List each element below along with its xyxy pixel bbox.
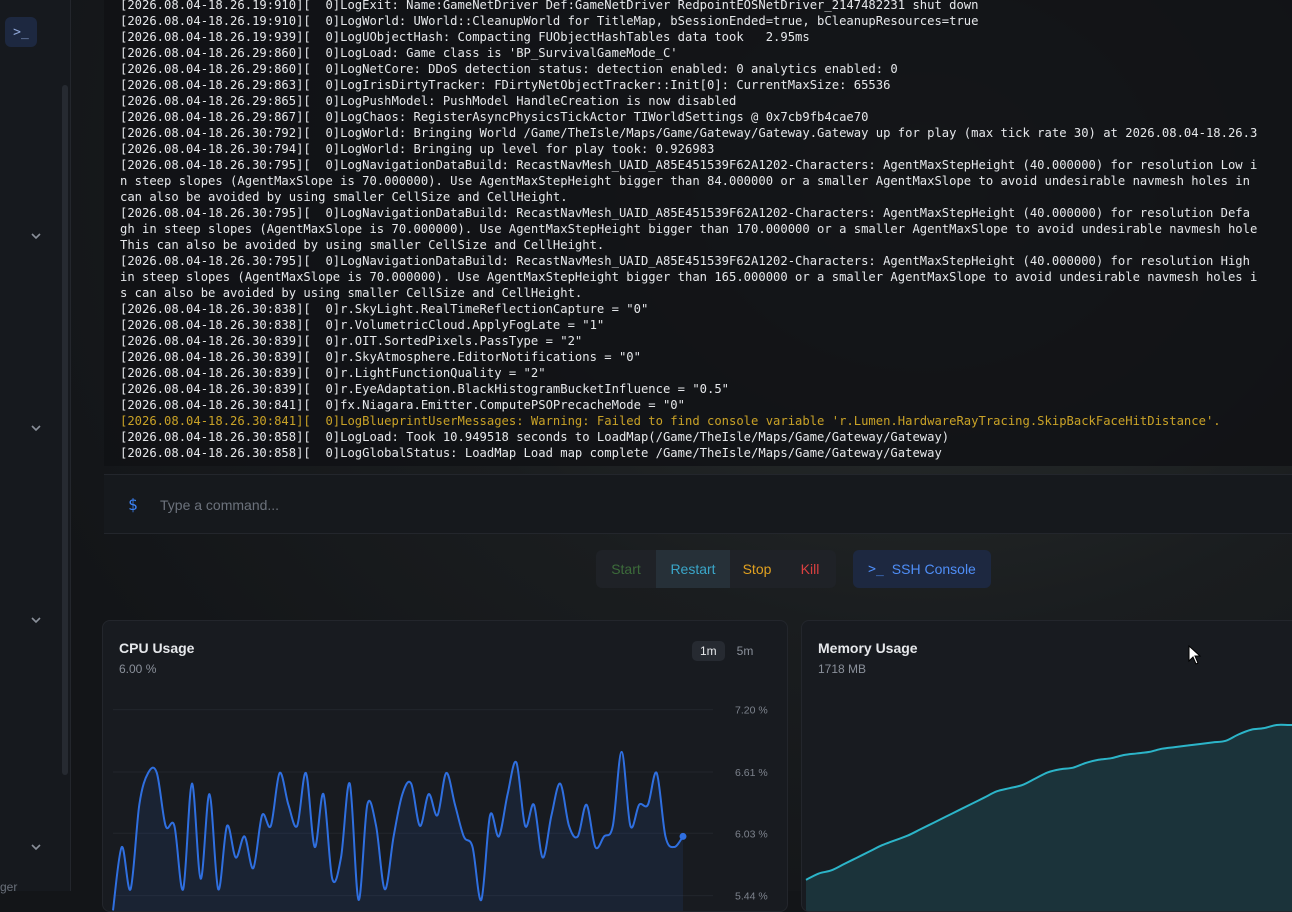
log-line: [2026.08.04-18.26.30:838][ 0]r.SkyLight.… <box>120 302 649 316</box>
time-range-toggle: 1m 5m <box>692 641 761 661</box>
chevron-down-icon[interactable] <box>29 613 43 627</box>
y-tick-label: 6.61 % <box>735 767 768 779</box>
log-line: [2026.08.04-18.26.29:860][ 0]LogLoad: Ga… <box>120 46 678 60</box>
log-lines: [2026.08.04-18.26.19:910][ 0]LogExit: Na… <box>120 0 1292 461</box>
log-line: [2026.08.04-18.26.30:839][ 0]r.EyeAdapta… <box>120 382 730 396</box>
log-line: [2026.08.04-18.26.30:858][ 0]LogLoad: To… <box>120 430 950 444</box>
log-line: [2026.08.04-18.26.29:860][ 0]LogNetCore:… <box>120 62 898 76</box>
cpu-last-point <box>679 832 687 840</box>
memory-area <box>806 724 1292 911</box>
y-tick-label: 6.03 % <box>735 828 768 840</box>
stop-button[interactable]: Stop <box>730 550 784 588</box>
log-line: s can also be avoided by using smaller C… <box>120 286 583 300</box>
log-line: n steep slopes (AgentMaxSlope is 70.0000… <box>120 174 1250 188</box>
memory-value: 1718 MB <box>818 662 867 676</box>
terminal-icon[interactable]: >_ <box>5 17 37 47</box>
log-line: [2026.08.04-18.26.30:858][ 0]LogGlobalSt… <box>120 446 942 460</box>
memory-title: Memory Usage <box>818 640 918 656</box>
sidebar-scrollbar[interactable] <box>62 85 68 775</box>
chevron-down-icon[interactable] <box>29 421 43 435</box>
restart-button[interactable]: Restart <box>656 550 730 588</box>
terminal-icon: >_ <box>868 561 884 577</box>
log-line: [2026.08.04-18.26.30:795][ 0]LogNavigati… <box>120 254 1250 268</box>
log-line: [2026.08.04-18.26.30:841][ 0]fx.Niagara.… <box>120 398 685 412</box>
mouse-cursor-icon <box>1188 645 1202 665</box>
log-line: [2026.08.04-18.26.30:794][ 0]LogWorld: B… <box>120 142 715 156</box>
log-line: [2026.08.04-18.26.30:795][ 0]LogNavigati… <box>120 206 1250 220</box>
y-tick-label: 7.20 % <box>735 705 768 717</box>
log-line: [2026.08.04-18.26.30:839][ 0]r.OIT.Sorte… <box>120 334 583 348</box>
log-line: [2026.08.04-18.26.30:839][ 0]r.LightFunc… <box>120 366 546 380</box>
log-line: [2026.08.04-18.26.19:939][ 0]LogUObjectH… <box>120 30 810 44</box>
log-line: [2026.08.04-18.26.30:839][ 0]r.SkyAtmosp… <box>120 350 641 364</box>
ssh-console-label: SSH Console <box>891 561 976 577</box>
log-line: This can also be avoided by using smalle… <box>120 238 605 252</box>
command-bar: $ <box>104 474 1292 534</box>
ssh-console-button[interactable]: >_ SSH Console <box>853 550 991 588</box>
log-line: [2026.08.04-18.26.30:838][ 0]r.Volumetri… <box>120 318 605 332</box>
log-line: gh in steep slopes (AgentMaxSlope is 70.… <box>120 222 1258 236</box>
sidebar-item-label: ger <box>0 880 18 894</box>
log-line: [2026.08.04-18.26.29:865][ 0]LogPushMode… <box>120 94 737 108</box>
log-line: [2026.08.04-18.26.19:910][ 0]LogExit: Na… <box>120 0 979 12</box>
cpu-area <box>113 751 683 911</box>
y-tick-label: 5.44 % <box>735 891 768 903</box>
log-line: [2026.08.04-18.26.30:841][ 0]LogBlueprin… <box>120 414 1221 428</box>
log-line: in steep slopes (AgentMaxSlope is 70.000… <box>120 270 1258 284</box>
sidebar: >_ ger <box>0 0 71 894</box>
console-output[interactable]: [2026.08.04-18.26.19:910][ 0]LogExit: Na… <box>104 0 1292 466</box>
command-input[interactable] <box>158 491 1262 519</box>
range-5m-button[interactable]: 5m <box>729 641 762 661</box>
start-button[interactable]: Start <box>596 550 656 588</box>
log-line: [2026.08.04-18.26.30:795][ 0]LogNavigati… <box>120 158 1258 172</box>
range-1m-button[interactable]: 1m <box>692 641 725 661</box>
prompt-symbol: $ <box>128 495 138 514</box>
log-line: can also be avoided by using smaller Cel… <box>120 190 568 204</box>
chevron-down-icon[interactable] <box>29 229 43 243</box>
memory-chart <box>805 723 1292 911</box>
log-line: [2026.08.04-18.26.30:792][ 0]LogWorld: B… <box>120 126 1258 140</box>
cpu-usage-card: 7.20 % 6.61 % 6.03 % 5.44 % CPU Usage 6.00 … <box>102 620 788 912</box>
kill-button[interactable]: Kill <box>784 550 836 588</box>
log-line: [2026.08.04-18.26.29:867][ 0]LogChaos: R… <box>120 110 869 124</box>
cpu-title: CPU Usage <box>119 640 195 656</box>
memory-usage-card: Memory Usage 1718 MB <box>801 620 1292 912</box>
log-line: [2026.08.04-18.26.19:910][ 0]LogWorld: U… <box>120 14 979 28</box>
chevron-down-icon[interactable] <box>29 840 43 854</box>
power-actions: Start Restart Stop Kill <box>596 550 836 588</box>
cpu-value: 6.00 % <box>119 662 157 676</box>
log-line: [2026.08.04-18.26.29:863][ 0]LogIrisDirt… <box>120 78 891 92</box>
cpu-chart: 7.20 % 6.61 % 6.03 % 5.44 % <box>112 705 768 911</box>
